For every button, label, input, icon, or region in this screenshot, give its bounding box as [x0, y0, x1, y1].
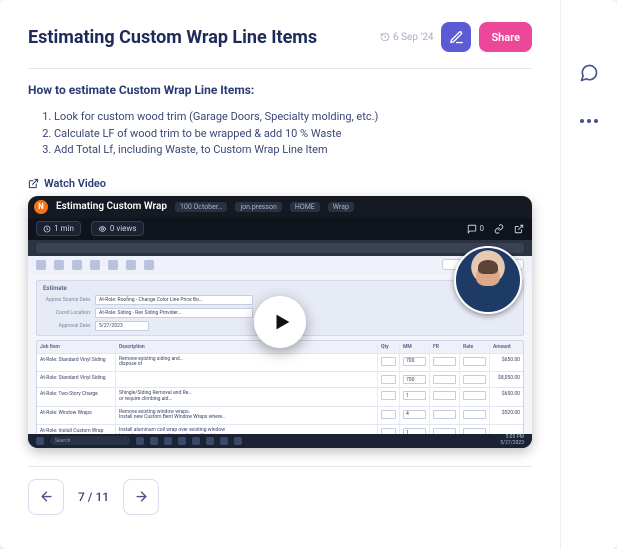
more-options-button[interactable]	[574, 106, 604, 136]
browser-tab: jon.presson	[235, 202, 281, 212]
toolbar-icon	[90, 260, 100, 270]
page-title: Estimating Custom Wrap Line Items	[28, 27, 372, 48]
divider	[28, 68, 532, 69]
video-title: Estimating Custom Wrap	[56, 201, 167, 212]
clock-icon	[43, 225, 51, 233]
divider	[28, 466, 532, 467]
external-link-icon	[28, 178, 39, 189]
watch-video-link[interactable]: Watch Video	[28, 177, 532, 190]
play-button[interactable]	[254, 296, 306, 348]
toolbar-icon	[36, 260, 46, 270]
browser-tab: 100 October…	[175, 202, 228, 212]
presenter-avatar: N	[34, 200, 48, 214]
toolbar-icon	[54, 260, 64, 270]
browser-tab: HOME	[290, 202, 320, 212]
open-external-icon	[514, 224, 524, 234]
views-chip: 0 views	[91, 221, 144, 236]
comment-count: 0	[467, 224, 485, 234]
last-edited-date: 6 Sep '24	[380, 32, 433, 43]
list-item: Look for custom wood trim (Garage Doors,…	[54, 109, 532, 126]
section-heading: How to estimate Custom Wrap Line Items:	[28, 83, 532, 97]
video-thumbnail[interactable]: N Estimating Custom Wrap 100 October… jo…	[28, 196, 532, 448]
play-icon	[271, 311, 293, 333]
presenter-webcam	[454, 246, 522, 314]
share-button[interactable]: Share	[479, 22, 532, 52]
list-item: Calculate LF of wood trim to be wrapped …	[54, 126, 532, 143]
more-horizontal-icon	[580, 119, 598, 123]
video-info-bar: 1 min 0 views 0	[28, 218, 532, 240]
panel-title: Estimate	[43, 285, 517, 292]
link-icon	[494, 224, 504, 234]
page-indicator: 7 / 11	[78, 490, 109, 504]
comment-icon	[467, 224, 477, 234]
eye-icon	[98, 225, 107, 233]
duration-chip: 1 min	[36, 221, 81, 236]
arrow-right-icon	[134, 489, 149, 504]
chat-icon	[579, 63, 599, 83]
browser-tabbar: N Estimating Custom Wrap 100 October… jo…	[28, 196, 532, 218]
toolbar-icon	[144, 260, 154, 270]
right-sidebar	[560, 0, 617, 549]
toolbar-icon	[72, 260, 82, 270]
taskbar-clock: 5:05 PM5/27/2023	[500, 435, 524, 446]
prev-page-button[interactable]	[28, 479, 64, 515]
line-items-grid: Job ItemDescriptionQtyMMFRRateAmountAt-R…	[36, 340, 524, 434]
steps-list: Look for custom wood trim (Garage Doors,…	[28, 109, 532, 159]
pencil-icon	[449, 30, 464, 45]
comments-button[interactable]	[574, 58, 604, 88]
toolbar-icon	[108, 260, 118, 270]
browser-chrome	[28, 240, 532, 256]
next-page-button[interactable]	[123, 479, 159, 515]
browser-tab: Wrap	[328, 202, 354, 212]
list-item: Add Total Lf, including Waste, to Custom…	[54, 142, 532, 159]
taskbar-search: Search	[50, 436, 130, 445]
arrow-left-icon	[39, 489, 54, 504]
toolbar-icon	[126, 260, 136, 270]
edit-button[interactable]	[441, 22, 471, 52]
windows-taskbar: Search 5:05 PM5/27/2023	[28, 434, 532, 448]
url-bar	[36, 243, 524, 253]
pager: 7 / 11	[28, 479, 532, 515]
history-icon	[380, 32, 390, 42]
start-icon	[36, 437, 44, 445]
